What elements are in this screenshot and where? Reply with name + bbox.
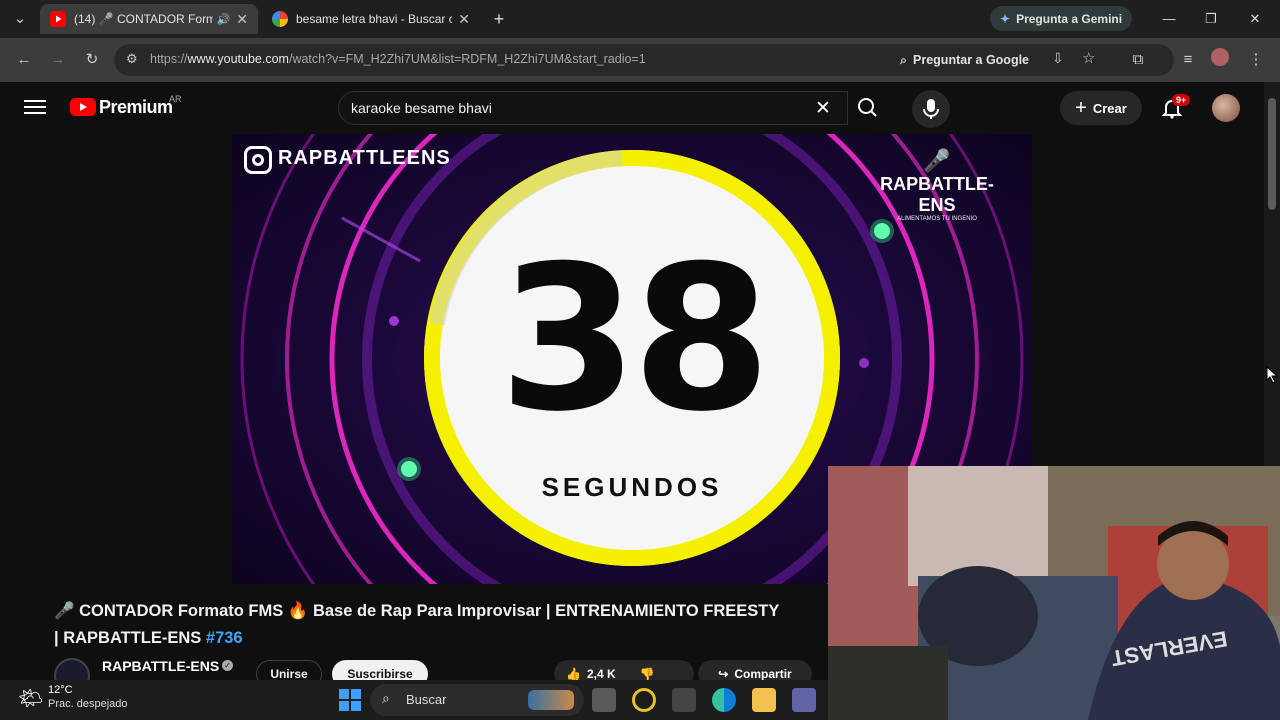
- edge-browser-icon[interactable]: [712, 688, 736, 712]
- video-title-line2: | RAPBATTLE-ENS #736: [54, 629, 243, 647]
- weather-sun-icon[interactable]: 🌤: [18, 686, 43, 711]
- gemini-sparkle-icon: ✦: [1000, 11, 1011, 26]
- countdown-unit: SEGUNDOS: [541, 472, 723, 502]
- restore-icon[interactable]: ❐: [1200, 8, 1222, 30]
- search-highlight-icon: [528, 690, 574, 710]
- region-code: AR: [169, 94, 182, 104]
- gemini-label: Pregunta a Gemini: [1016, 11, 1123, 26]
- create-label: Crear: [1092, 100, 1127, 116]
- youtube-header: Premium AR karaoke besame bhavi ✕ + Crea…: [0, 82, 1264, 134]
- notification-badge: 9+: [1172, 94, 1191, 106]
- forward-icon[interactable]: →: [46, 48, 70, 72]
- video-title: 🎤 CONTADOR Formato FMS 🔥 Base de Rap Par…: [54, 598, 834, 652]
- teams-icon[interactable]: [792, 688, 816, 712]
- windows-taskbar: 🌤 12°C Prac. despejado ⌕ Buscar: [0, 680, 828, 720]
- search-button[interactable]: [848, 91, 888, 125]
- webcam-feed-image: EVERLAST: [828, 466, 1280, 720]
- close-tab-icon[interactable]: ✕: [458, 11, 470, 28]
- browser-toolbar: ← → ↻ ⚙ https://www.youtube.com/watch?v=…: [0, 38, 1280, 82]
- account-avatar[interactable]: [1212, 94, 1240, 122]
- taskbar-search-label: Buscar: [406, 692, 447, 707]
- back-icon[interactable]: ←: [12, 48, 36, 72]
- webcam-overlay: EVERLAST: [828, 466, 1280, 720]
- tab-title: (14) 🎤 CONTADOR Formato: [74, 12, 213, 26]
- ask-google-label: Preguntar a Google: [913, 53, 1030, 67]
- browser-menu-icon[interactable]: ⋮: [1244, 48, 1268, 72]
- site-info-icon[interactable]: ⚙: [126, 51, 138, 67]
- mouse-cursor-icon: [1266, 366, 1278, 384]
- tab-youtube[interactable]: (14) 🎤 CONTADOR Formato 🔊 ✕: [40, 4, 258, 34]
- plus-icon: +: [1075, 96, 1087, 119]
- url-text: https://www.youtube.com/watch?v=FM_H2Zhi…: [150, 52, 646, 66]
- weather-temperature[interactable]: 12°C: [48, 684, 73, 696]
- browser-tab-strip: ⌄ (14) 🎤 CONTADOR Formato 🔊 ✕ besame let…: [0, 0, 1280, 38]
- bookmark-star-icon[interactable]: ☆: [1082, 49, 1095, 67]
- verified-badge-icon: ✓: [222, 660, 233, 671]
- close-tab-icon[interactable]: ✕: [236, 11, 248, 28]
- reload-icon[interactable]: ↻: [80, 48, 104, 72]
- thumbs-down-icon[interactable]: 👎: [640, 667, 655, 681]
- taskbar-search[interactable]: ⌕ Buscar: [370, 684, 584, 716]
- hamburger-menu-icon[interactable]: [24, 98, 46, 116]
- instagram-handle: RAPBATTLEENS: [278, 147, 451, 169]
- weather-condition[interactable]: Prac. despejado: [48, 698, 128, 710]
- voice-search-button[interactable]: [912, 90, 950, 128]
- countdown-number: 38: [498, 223, 771, 456]
- file-explorer-icon[interactable]: [752, 688, 776, 712]
- microphone-icon: [923, 99, 939, 119]
- brand-logo: 🎤 RAPBATTLE-ENS ALIMENTAMOS TU INGENIO: [872, 148, 1002, 222]
- channel-name[interactable]: RAPBATTLE-ENS: [102, 658, 219, 674]
- brand-tagline: ALIMENTAMOS TU INGENIO: [897, 216, 977, 222]
- speaker-icon[interactable]: 🔊: [217, 13, 231, 26]
- close-window-icon[interactable]: ✕: [1244, 8, 1266, 30]
- task-view-icon[interactable]: [592, 688, 616, 712]
- windows-start-icon[interactable]: [338, 688, 362, 712]
- video-title-line1: 🎤 CONTADOR Formato FMS 🔥 Base de Rap Par…: [54, 602, 780, 620]
- chrome-like-app-icon[interactable]: [632, 688, 656, 712]
- app-icon[interactable]: [672, 688, 696, 712]
- share-label: Compartir: [734, 667, 792, 681]
- clear-search-icon[interactable]: ✕: [815, 97, 831, 120]
- premium-logo-text[interactable]: Premium: [99, 97, 173, 118]
- tab-google-search[interactable]: besame letra bhavi - Buscar co ✕: [262, 4, 480, 34]
- channel-row: RAPBATTLE-ENS ✓ Unirse Suscribirse 👍 2,4…: [54, 656, 834, 694]
- microphone-logo-icon: 🎤: [923, 148, 951, 173]
- create-button[interactable]: + Crear: [1060, 91, 1142, 125]
- lens-icon: ⌕: [900, 52, 908, 67]
- tab-title: besame letra bhavi - Buscar co: [296, 12, 453, 26]
- search-input[interactable]: karaoke besame bhavi: [351, 100, 492, 116]
- profile-avatar-icon[interactable]: [1208, 48, 1232, 72]
- media-control-icon[interactable]: ≡: [1176, 48, 1200, 72]
- google-favicon-icon: [272, 11, 288, 27]
- address-bar[interactable]: ⚙ https://www.youtube.com/watch?v=FM_H2Z…: [114, 44, 1174, 76]
- tab-search-chevron-icon[interactable]: ⌄: [8, 7, 32, 31]
- instagram-icon: [244, 146, 272, 174]
- like-count[interactable]: 2,4 K: [587, 667, 616, 681]
- youtube-favicon-icon: [50, 11, 66, 27]
- brand-name: RAPBATTLE-ENS: [880, 174, 994, 215]
- search-icon: ⌕: [382, 690, 390, 706]
- install-app-icon[interactable]: ⇩: [1052, 50, 1064, 67]
- gemini-button[interactable]: ✦ Pregunta a Gemini: [990, 6, 1132, 31]
- share-arrow-icon: ↪: [718, 667, 729, 681]
- search-icon: [858, 98, 877, 117]
- ask-google-button[interactable]: ⌕ Preguntar a Google: [900, 48, 1029, 72]
- scrollbar-thumb[interactable]: [1268, 98, 1276, 210]
- thumbs-up-icon[interactable]: 👍: [566, 667, 581, 681]
- search-box[interactable]: karaoke besame bhavi ✕: [338, 91, 848, 125]
- extensions-icon[interactable]: ⧉: [1126, 48, 1150, 72]
- hashtag-link[interactable]: #736: [206, 629, 243, 647]
- youtube-logo-icon[interactable]: [70, 98, 96, 116]
- minimize-icon[interactable]: —: [1158, 8, 1180, 30]
- new-tab-icon[interactable]: +: [488, 8, 510, 30]
